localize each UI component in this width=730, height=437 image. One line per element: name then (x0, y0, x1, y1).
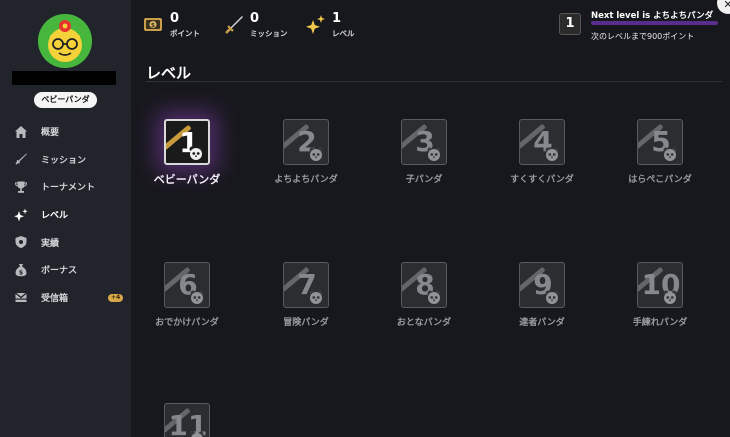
panda-icon (189, 146, 203, 160)
panda-icon (427, 147, 441, 161)
sidebar-item-label: レベル (41, 211, 69, 222)
level-badge-tile: 8 (401, 262, 447, 308)
level-item[interactable]: 11 (128, 403, 246, 437)
rank-badge: ベビーパンダ (34, 92, 97, 108)
money-bag-icon: $ (14, 263, 28, 277)
coin-stack-icon: $ (143, 14, 165, 36)
level-name: はらぺこパンダ (628, 175, 692, 185)
sidebar-item-tournament[interactable]: トーナメント (0, 173, 131, 201)
level-badge-tile: 1 (164, 119, 210, 165)
next-level-title: Next level is よちよちパンダ (591, 11, 714, 21)
missions-stat: 0 ミッション (223, 12, 288, 39)
svg-text:$: $ (19, 269, 23, 276)
sidebar-nav: 概要 ミッション トーナメント レベル 実績 $ ボーナス 受信箱 +4 (0, 118, 131, 311)
level-item[interactable]: 1 ベビーパンダ (128, 119, 246, 188)
points-remaining: 次のレベルまで900ポイント (591, 32, 695, 41)
panda-icon (309, 147, 323, 161)
level-label: レベル (332, 29, 355, 38)
top-bar: $ 0 ポイント 0 ミッション 1 レベル 1 Next level is よ… (131, 0, 730, 50)
username-redacted (12, 71, 116, 85)
sidebar-item-label: 概要 (41, 128, 60, 139)
sidebar-item-label: ボーナス (41, 266, 78, 277)
level-item[interactable]: 6 おでかけパンダ (128, 262, 246, 331)
missions-label: ミッション (250, 29, 288, 38)
panda-icon (190, 431, 204, 437)
level-name: すくすくパンダ (510, 175, 574, 185)
level-item[interactable]: 2 よちよちパンダ (247, 119, 365, 188)
close-icon: ✕ (723, 0, 730, 11)
level-badge-tile: 11 (164, 403, 210, 437)
trophy-icon (14, 180, 28, 194)
panda-icon (663, 290, 677, 304)
sidebar-item-achievements[interactable]: 実績 (0, 228, 131, 256)
panda-icon (427, 290, 441, 304)
level-name: 達者パンダ (519, 318, 565, 328)
levels-panel: レベル 1 ベビーパンダ 2 よちよちパンダ 3 子パンダ 4 すくすくパンダ 5 はらぺこパンダ… (131, 50, 730, 437)
panda-icon (309, 290, 323, 304)
panda-icon (545, 147, 559, 161)
level-item[interactable]: 9 達者パンダ (483, 262, 601, 331)
level-name: 手練れパンダ (632, 318, 688, 328)
level-name: 冒険パンダ (283, 318, 329, 328)
shield-icon (14, 235, 28, 249)
title-divider (146, 81, 722, 82)
points-value: 0 (170, 11, 180, 26)
current-level-badge: 1 (559, 13, 581, 35)
sword-icon (223, 14, 245, 36)
sidebar-item-inbox[interactable]: 受信箱 +4 (0, 284, 131, 312)
level-item[interactable]: 3 子パンダ (365, 119, 483, 188)
inbox-icon (14, 290, 28, 304)
level-progress-bar (591, 21, 718, 25)
inbox-count-badge: +4 (108, 293, 124, 302)
sidebar-item-level[interactable]: レベル (0, 201, 131, 229)
level-badge-tile: 7 (283, 262, 329, 308)
sidebar-item-overview[interactable]: 概要 (0, 118, 131, 146)
sword-icon (14, 152, 28, 166)
level-badge-tile: 9 (519, 262, 565, 308)
level-badge-tile: 3 (401, 119, 447, 165)
level-value: 1 (332, 11, 342, 26)
sidebar-item-label: 受信箱 (41, 293, 69, 304)
level-stat: 1 レベル (305, 12, 355, 39)
level-item[interactable]: 5 はらぺこパンダ (601, 119, 719, 188)
svg-text:$: $ (151, 22, 155, 29)
sidebar-item-missions[interactable]: ミッション (0, 146, 131, 174)
level-name: おとなパンダ (396, 318, 452, 328)
level-name: よちよちパンダ (274, 175, 338, 185)
sidebar-item-label: ミッション (41, 155, 87, 166)
sidebar-item-bonus[interactable]: $ ボーナス (0, 256, 131, 284)
level-item[interactable]: 7 冒険パンダ (247, 262, 365, 331)
sidebar-item-label: トーナメント (41, 183, 96, 194)
points-stat: $ 0 ポイント (143, 12, 200, 39)
level-badge-tile: 4 (519, 119, 565, 165)
sidebar: ベビーパンダ 概要 ミッション トーナメント レベル 実績 $ ボーナス 受信箱… (0, 0, 131, 437)
panda-icon (545, 290, 559, 304)
level-name: おでかけパンダ (155, 318, 219, 328)
app-root: ベビーパンダ 概要 ミッション トーナメント レベル 実績 $ ボーナス 受信箱… (0, 0, 730, 437)
level-item[interactable]: 4 すくすくパンダ (483, 119, 601, 188)
level-name: ベビーパンダ (153, 173, 221, 186)
next-level-panel: 1 Next level is よちよちパンダ 次のレベルまで900ポイント (559, 8, 729, 44)
panda-icon (663, 147, 677, 161)
sparkle-icon (14, 208, 28, 222)
home-icon (14, 125, 28, 139)
level-badge-tile: 10 (637, 262, 683, 308)
missions-value: 0 (250, 11, 260, 26)
level-badge-tile: 5 (637, 119, 683, 165)
points-label: ポイント (170, 29, 200, 38)
avatar[interactable] (38, 14, 92, 68)
sidebar-item-label: 実績 (41, 238, 60, 249)
panda-icon (190, 290, 204, 304)
level-item[interactable]: 8 おとなパンダ (365, 262, 483, 331)
sparkle-icon (305, 14, 327, 36)
level-badge-tile: 6 (164, 262, 210, 308)
page-title: レベル (146, 64, 192, 82)
level-item[interactable]: 10 手練れパンダ (601, 262, 719, 331)
level-name: 子パンダ (405, 175, 443, 185)
level-badge-tile: 2 (283, 119, 329, 165)
